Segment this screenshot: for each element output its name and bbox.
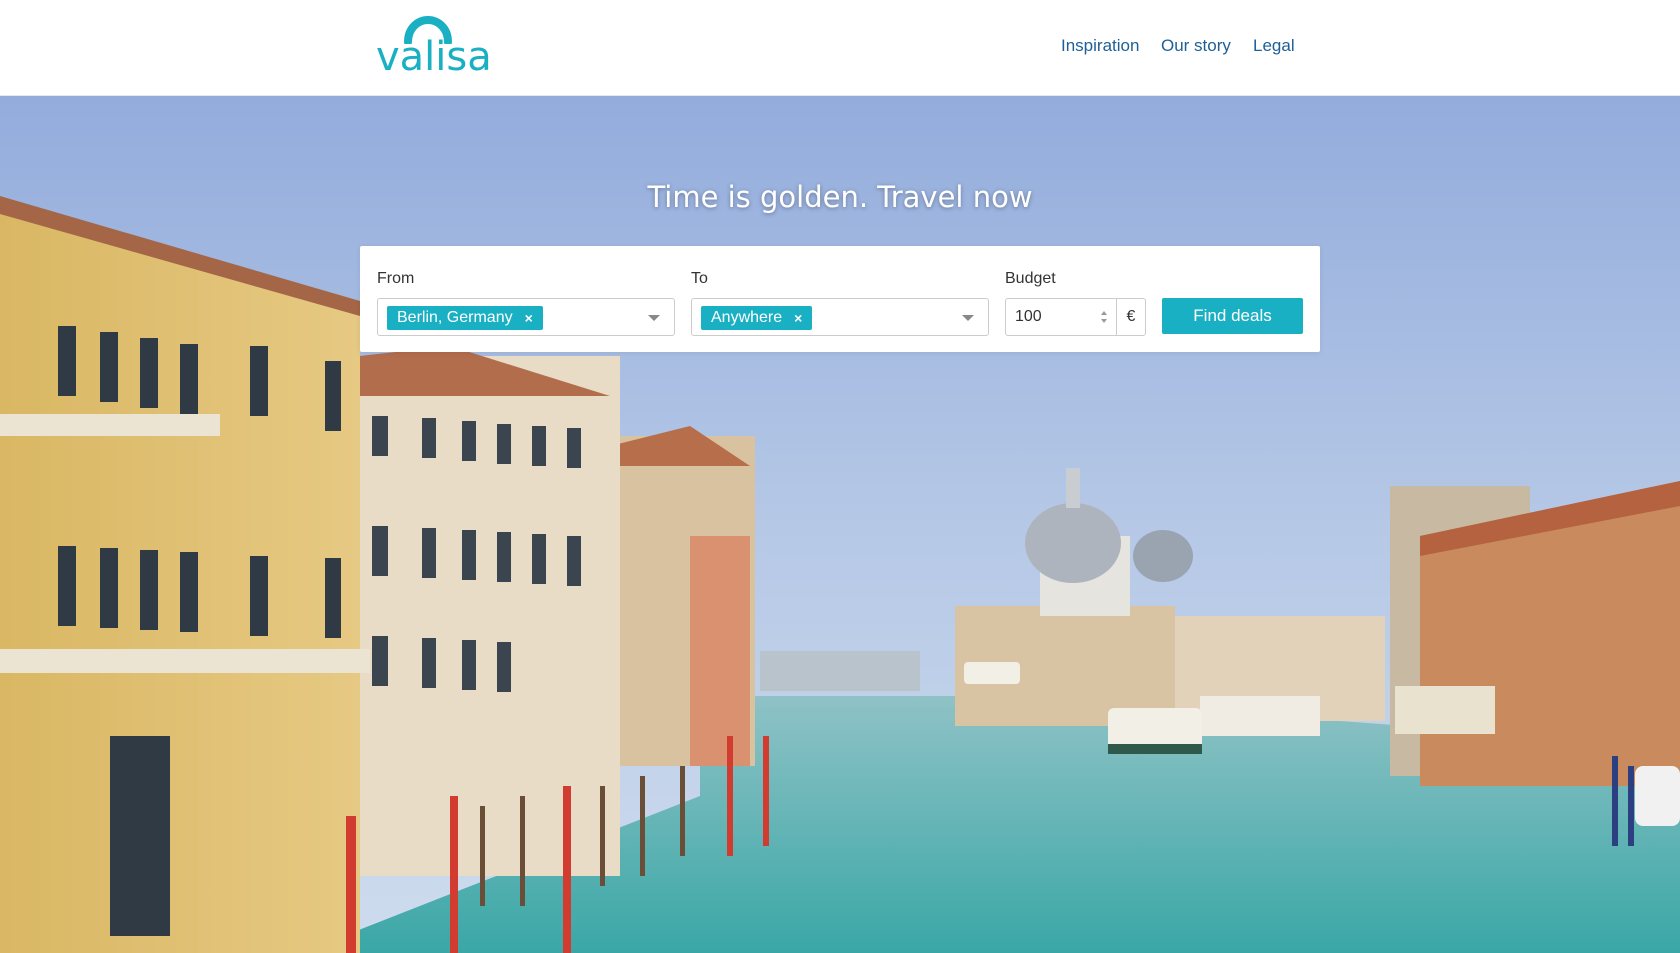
budget-label: Budget bbox=[1005, 270, 1056, 287]
budget-value: 100 bbox=[1015, 308, 1042, 325]
hero: Time is golden. Travel now From Berlin, … bbox=[0, 96, 1680, 953]
search-panel: From Berlin, Germany × To Anywhere × Bud… bbox=[360, 246, 1320, 352]
close-icon[interactable]: × bbox=[794, 306, 802, 330]
find-deals-button[interactable]: Find deals bbox=[1162, 298, 1303, 334]
spinner-icon[interactable] bbox=[1100, 310, 1108, 324]
nav-link-our-story[interactable]: Our story bbox=[1161, 36, 1231, 56]
chevron-down-icon[interactable] bbox=[648, 315, 660, 321]
to-select[interactable]: Anywhere × bbox=[691, 298, 989, 336]
hero-background-image bbox=[0, 96, 1680, 953]
site-header: valisa Inspiration Our story Legal bbox=[0, 0, 1680, 96]
to-selected-value: Anywhere bbox=[711, 309, 783, 326]
currency-addon: € bbox=[1116, 298, 1146, 336]
budget-input[interactable]: 100 bbox=[1005, 298, 1117, 336]
from-select[interactable]: Berlin, Germany × bbox=[377, 298, 675, 336]
to-label: To bbox=[691, 270, 708, 287]
logo-text: valisa bbox=[376, 34, 492, 80]
hero-title: Time is golden. Travel now bbox=[647, 180, 1033, 214]
from-selected-tag: Berlin, Germany × bbox=[387, 306, 543, 330]
to-selected-tag: Anywhere × bbox=[701, 306, 813, 330]
logo[interactable]: valisa bbox=[376, 14, 492, 80]
from-label: From bbox=[377, 270, 415, 287]
nav-link-legal[interactable]: Legal bbox=[1253, 36, 1295, 56]
nav-link-inspiration[interactable]: Inspiration bbox=[1061, 36, 1139, 56]
close-icon[interactable]: × bbox=[525, 306, 533, 330]
from-selected-value: Berlin, Germany bbox=[397, 309, 513, 326]
chevron-down-icon[interactable] bbox=[962, 315, 974, 321]
